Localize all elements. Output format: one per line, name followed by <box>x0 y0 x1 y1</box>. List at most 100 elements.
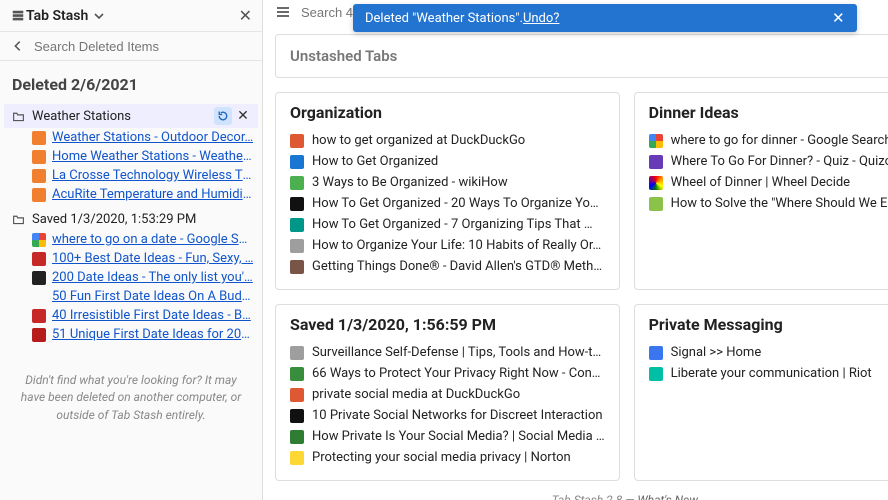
favicon <box>290 134 304 148</box>
tab-title: Wheel of Dinner | Wheel Decide <box>671 175 850 190</box>
tree-item-link[interactable]: Home Weather Stations - Weather… <box>52 149 254 164</box>
tab-row[interactable]: How To Get Organized - 7 Organizing Tips… <box>290 214 605 235</box>
card-title[interactable]: Organization <box>290 103 605 122</box>
sidebar-title[interactable]: Tab Stash <box>26 8 239 24</box>
favicon <box>649 176 663 190</box>
tree-group-header[interactable]: Weather Stations ✕ <box>4 104 258 128</box>
folder-icon <box>10 108 26 124</box>
stash-card: Saved 1/3/2020, 1:56:59 PM Surveillance S… <box>275 304 620 481</box>
favicon <box>32 169 46 183</box>
tree-item-link[interactable]: Weather Stations - Outdoor Decor… <box>52 130 253 145</box>
tree-item-link[interactable]: La Crosse Technology Wireless Th… <box>52 168 254 183</box>
menu-icon[interactable] <box>275 4 291 20</box>
tab-title: Protecting your social media privacy | N… <box>312 450 571 465</box>
favicon <box>32 131 46 145</box>
undo-notification: Deleted "Weather Stations". Undo? ✕ <box>353 4 857 32</box>
sidebar-header: Tab Stash ✕ <box>0 0 262 32</box>
favicon <box>32 188 46 202</box>
close-sidebar-button[interactable]: ✕ <box>239 6 252 25</box>
tree-item[interactable]: 200 Date Ideas - The only list you'… <box>28 268 258 287</box>
tree-item[interactable]: 100+ Best Date Ideas - Fun, Sexy, … <box>28 249 258 268</box>
tree-item[interactable]: 50 Fun First Date Ideas On A Budg… <box>28 287 258 306</box>
chevron-down-icon <box>94 11 104 21</box>
tab-title: How To Get Organized - 7 Organizing Tips… <box>312 217 593 232</box>
card-title[interactable]: Saved 1/3/2020, 1:56:59 PM <box>290 315 605 334</box>
stash-icon <box>10 8 26 24</box>
card-title[interactable]: Private Messaging <box>649 315 888 334</box>
favicon <box>32 328 46 342</box>
tab-row[interactable]: Liberate your communication | Riot <box>649 363 888 384</box>
tree-item-link[interactable]: where to go on a date - Google Se… <box>52 232 254 247</box>
tab-title: 3 Ways to Be Organized - wikiHow <box>312 175 508 190</box>
tree-item[interactable]: 40 Irresistible First Date Ideas - B… <box>28 306 258 325</box>
unstashed-title: Unstashed Tabs <box>290 47 397 65</box>
delete-group-button[interactable]: ✕ <box>234 107 252 125</box>
tab-row[interactable]: How Private Is Your Social Media? | Soci… <box>290 426 605 447</box>
favicon <box>32 150 46 164</box>
sidebar: Tab Stash ✕ Deleted 2/6/2021 Weather Sta… <box>0 0 263 500</box>
tab-row[interactable]: How to Get Organized <box>290 151 605 172</box>
tree-group-name: Saved 1/3/2020, 1:53:29 PM <box>32 212 196 227</box>
tab-row[interactable]: 10 Private Social Networks for Discreet … <box>290 405 605 426</box>
restore-group-button[interactable] <box>214 107 232 125</box>
tab-title: 10 Private Social Networks for Discreet … <box>312 408 603 423</box>
tab-row[interactable]: How To Get Organized - 20 Ways To Organi… <box>290 193 605 214</box>
tree-group-name: Weather Stations <box>32 109 131 124</box>
favicon <box>649 346 663 360</box>
tree-item[interactable]: La Crosse Technology Wireless Th… <box>28 166 258 185</box>
notification-close-button[interactable]: ✕ <box>832 9 845 27</box>
tab-title: How Private Is Your Social Media? | Soci… <box>312 429 605 444</box>
tree-item[interactable]: where to go on a date - Google Se… <box>28 230 258 249</box>
tree-group-header[interactable]: Saved 1/3/2020, 1:53:29 PM <box>4 208 258 230</box>
tab-row[interactable]: Protecting your social media privacy | N… <box>290 447 605 468</box>
favicon <box>290 388 304 402</box>
stash-card: Private Messaging Signal >> Home Liberate … <box>634 304 888 481</box>
tree-item-link[interactable]: AcuRite Temperature and Humidit… <box>52 187 254 202</box>
tab-row[interactable]: How to Solve the "Where Should We Eat?" … <box>649 193 888 214</box>
favicon <box>290 430 304 444</box>
whats-new-link[interactable]: What's New <box>637 493 698 500</box>
tab-row[interactable]: 3 Ways to Be Organized - wikiHow <box>290 172 605 193</box>
tree-item[interactable]: 51 Unique First Date Ideas for 201… <box>28 325 258 344</box>
tree-item[interactable]: Home Weather Stations - Weather… <box>28 147 258 166</box>
stash-card: Organization how to get organized at Duck… <box>275 92 620 290</box>
unstashed-tabs-card[interactable]: Unstashed Tabs <box>275 34 888 78</box>
card-title[interactable]: Dinner Ideas <box>649 103 888 122</box>
favicon <box>290 367 304 381</box>
folder-icon <box>10 211 26 227</box>
favicon <box>290 197 304 211</box>
app-footer: Tab Stash 2.8 — What's New <box>275 481 888 500</box>
favicon <box>649 155 663 169</box>
tab-row[interactable]: Surveillance Self-Defense | Tips, Tools … <box>290 342 605 363</box>
tree-item[interactable]: Weather Stations - Outdoor Decor… <box>28 128 258 147</box>
favicon <box>32 290 46 304</box>
deleted-heading: Deleted 2/6/2021 <box>0 61 262 102</box>
tree-item-link[interactable]: 200 Date Ideas - The only list you'… <box>52 270 253 285</box>
deleted-tree: Weather Stations ✕ Weather Stations - Outd… <box>0 102 262 356</box>
main-panel: Deleted "Weather Stations". Undo? ✕ Unst… <box>263 0 888 500</box>
tab-row[interactable]: Signal >> Home <box>649 342 888 363</box>
tab-title: How to Solve the "Where Should We Eat?" … <box>671 196 888 211</box>
tab-title: Liberate your communication | Riot <box>671 366 872 381</box>
tab-row[interactable]: 66 Ways to Protect Your Privacy Right No… <box>290 363 605 384</box>
favicon <box>290 346 304 360</box>
sidebar-search-input[interactable] <box>34 39 252 54</box>
tree-item-link[interactable]: 100+ Best Date Ideas - Fun, Sexy, … <box>52 251 253 266</box>
back-icon[interactable] <box>10 38 26 54</box>
tab-row[interactable]: Getting Things Done® - David Allen's GTD… <box>290 256 605 277</box>
tree-item-link[interactable]: 51 Unique First Date Ideas for 201… <box>52 327 254 342</box>
sidebar-search <box>0 32 262 61</box>
tab-row[interactable]: how to get organized at DuckDuckGo <box>290 130 605 151</box>
undo-link[interactable]: Undo? <box>523 11 560 26</box>
tab-row[interactable]: where to go for dinner - Google Search <box>649 130 888 151</box>
tree-item-link[interactable]: 50 Fun First Date Ideas On A Budg… <box>52 289 254 304</box>
tree-item-link[interactable]: 40 Irresistible First Date Ideas - B… <box>52 308 251 323</box>
tab-row[interactable]: How to Organize Your Life: 10 Habits of … <box>290 235 605 256</box>
tab-row[interactable]: Where To Go For Dinner? - Quiz - Quizony… <box>649 151 888 172</box>
favicon <box>290 260 304 274</box>
tree-item[interactable]: AcuRite Temperature and Humidit… <box>28 185 258 204</box>
favicon <box>32 309 46 323</box>
tab-row[interactable]: Wheel of Dinner | Wheel Decide <box>649 172 888 193</box>
notification-text: Deleted "Weather Stations". <box>365 11 523 26</box>
tab-row[interactable]: private social media at DuckDuckGo <box>290 384 605 405</box>
